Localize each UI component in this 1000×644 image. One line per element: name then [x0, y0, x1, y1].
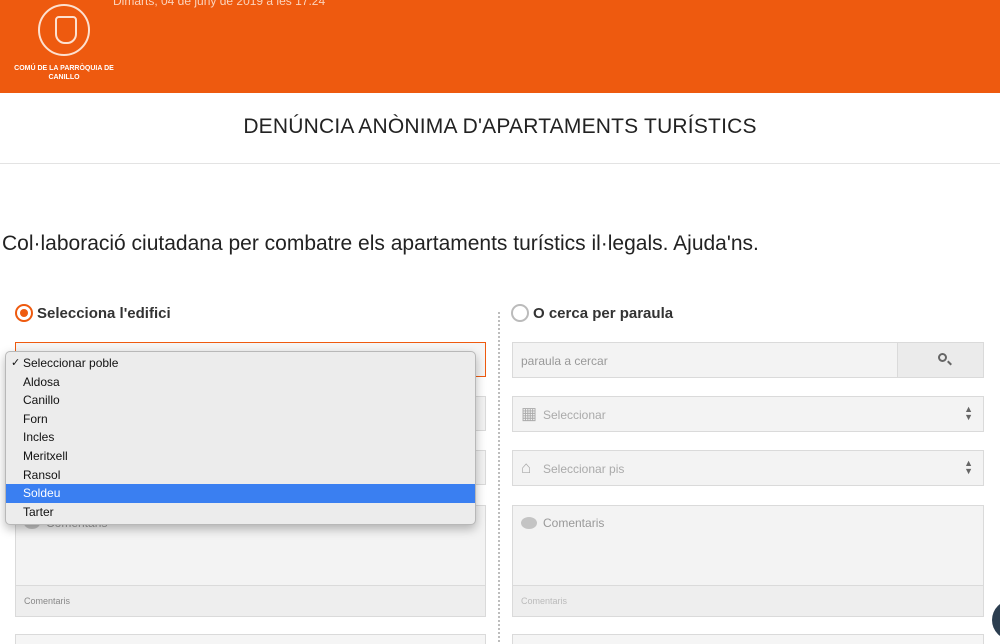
column-divider [498, 312, 500, 642]
dropdown-option[interactable]: Forn [6, 410, 475, 429]
dropdown-option[interactable]: Tarter [6, 503, 475, 522]
radio-select-building[interactable]: Selecciona l'edifici [15, 304, 171, 322]
radio-button-off[interactable] [511, 304, 529, 322]
top-bar: COMÚ DE LA PARRÒQUIA DE CANILLO Dimarts,… [0, 0, 1000, 93]
comment-textarea-right[interactable]: Comentaris Comentaris [512, 505, 984, 617]
date-text: Dimarts, 04 de juny de 2019 a les 17:24 [113, 0, 326, 8]
comment-icon [521, 517, 537, 529]
building-icon: ▦ [521, 404, 538, 423]
dropdown-option[interactable]: Canillo [6, 391, 475, 410]
comment-footer-right: Comentaris [513, 585, 983, 616]
help-chat-button[interactable] [992, 600, 1000, 640]
floor-select[interactable]: ⌂ Seleccionar pis ▲ ▼ [512, 450, 984, 486]
title-bar: DENÚNCIA ANÒNIMA D'APARTAMENTS TURÍSTICS [0, 93, 1000, 164]
dropdown-option[interactable]: Incles [6, 428, 475, 447]
search-button[interactable] [897, 343, 983, 377]
dropdown-option[interactable]: Ransol [6, 466, 475, 485]
home-icon: ⌂ [521, 458, 532, 477]
sort-arrows-icon: ▲ ▼ [964, 458, 973, 476]
radio-button-on[interactable] [15, 304, 33, 322]
logo-text: COMÚ DE LA PARRÒQUIA DE CANILLO [14, 65, 114, 81]
town-dropdown-menu[interactable]: Seleccionar poble Aldosa Canillo Forn In… [5, 351, 476, 525]
radio-search-word[interactable]: O cerca per paraula [511, 304, 673, 322]
comment-header-right: Comentaris [521, 516, 604, 530]
logo[interactable]: COMÚ DE LA PARRÒQUIA DE CANILLO [14, 2, 114, 82]
radio-label-search: O cerca per paraula [533, 304, 674, 322]
building-select-value: Seleccionar [543, 408, 606, 422]
dropdown-option[interactable]: Meritxell [6, 447, 475, 466]
next-field-right[interactable] [512, 634, 984, 644]
comment-placeholder-right: Comentaris [543, 516, 605, 530]
search-placeholder: paraula a cercar [521, 354, 608, 368]
comment-footer-label-right: Comentaris [521, 596, 568, 606]
comment-footer-left: Comentaris [16, 585, 485, 616]
search-icon [938, 353, 947, 362]
sort-arrows-icon: ▲ ▼ [964, 404, 973, 422]
dropdown-option[interactable]: Seleccionar poble [6, 354, 475, 373]
dropdown-option[interactable]: Aldosa [6, 373, 475, 392]
comment-footer-label-left: Comentaris [24, 596, 71, 606]
dropdown-option-highlighted[interactable]: Soldeu [6, 484, 475, 503]
floor-select-value: Seleccionar pis [543, 462, 625, 476]
coat-of-arms-icon [38, 4, 90, 56]
next-field-left[interactable] [15, 634, 486, 644]
page-subtitle: Col·laboració ciutadana per combatre els… [2, 232, 759, 255]
search-input[interactable]: paraula a cercar [512, 342, 984, 378]
page-title: DENÚNCIA ANÒNIMA D'APARTAMENTS TURÍSTICS [243, 115, 757, 138]
building-select[interactable]: ▦ Seleccionar ▲ ▼ [512, 396, 984, 432]
radio-label-building: Selecciona l'edifici [37, 304, 171, 322]
